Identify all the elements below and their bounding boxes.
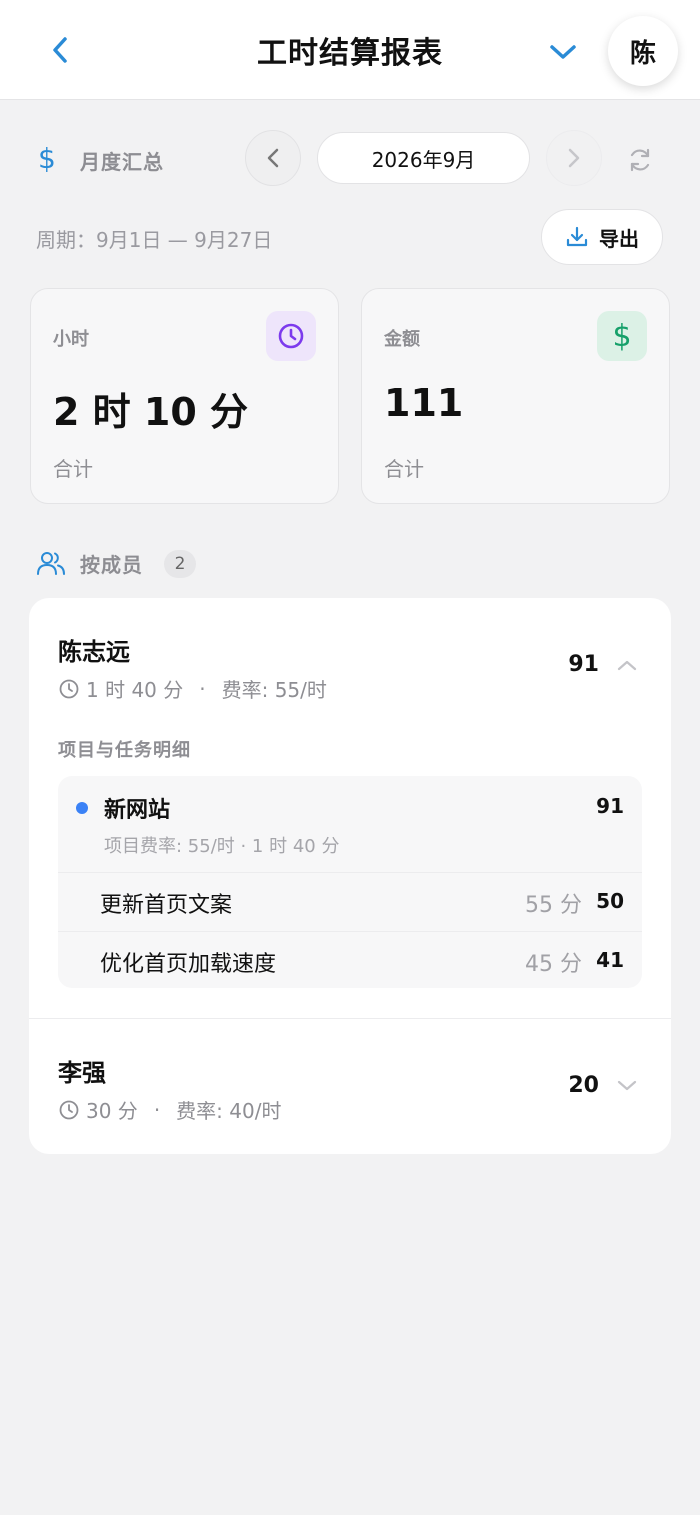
task-row: 更新首页文案 55 分 50 xyxy=(58,872,642,930)
task-name: 优化首页加载速度 xyxy=(100,952,277,977)
amount-summary-card: 金额 $ 111 合计 xyxy=(361,288,670,504)
member-meta: 30 分 · 费率: 40/时 xyxy=(58,1095,281,1124)
member-amount: 20 xyxy=(568,1073,599,1098)
member-rate: 费率: 40/时 xyxy=(176,1099,282,1123)
refresh-button[interactable] xyxy=(622,142,658,178)
members-section-header: 按成员 2 xyxy=(36,544,336,584)
member-row[interactable]: 李强 30 分 · 费率: 40/时 20 xyxy=(29,1019,671,1154)
chevron-down-icon[interactable] xyxy=(615,1074,639,1098)
hours-sub-label: 合计 xyxy=(53,457,93,481)
export-label: 导出 xyxy=(599,226,639,251)
member-name: 李强 xyxy=(58,1059,106,1087)
amount-label: 金额 xyxy=(384,329,420,350)
refresh-icon xyxy=(630,148,650,172)
project-task-detail-title: 项目与任务明细 xyxy=(58,740,191,761)
member-name: 陈志远 xyxy=(58,638,130,666)
avatar[interactable]: 陈 xyxy=(608,16,678,86)
hours-label: 小时 xyxy=(53,329,89,350)
member-rate: 费率: 55/时 xyxy=(221,678,327,702)
task-row: 优化首页加载速度 45 分 41 xyxy=(58,931,642,989)
member-amount: 91 xyxy=(568,652,599,677)
page-title: 工时结算报表 xyxy=(257,36,443,71)
hours-total-value: 2 时 10 分 xyxy=(53,390,249,434)
chevron-down-icon xyxy=(550,45,576,59)
task-name: 更新首页文案 xyxy=(100,893,233,918)
project-color-dot xyxy=(76,802,88,814)
clock-icon xyxy=(266,311,316,361)
monthly-summary-label: 月度汇总 xyxy=(80,150,164,174)
app-header: 工时结算报表 陈 xyxy=(0,0,700,100)
task-duration: 45 分 xyxy=(525,952,582,977)
task-amount: 41 xyxy=(596,948,624,972)
hours-summary-card: 小时 2 时 10 分 合计 xyxy=(30,288,339,504)
clock-icon xyxy=(59,1100,79,1119)
title-dropdown-button[interactable] xyxy=(543,32,583,72)
member-meta: 1 时 40 分 · 费率: 55/时 xyxy=(58,674,327,703)
users-icon xyxy=(37,552,65,575)
amount-total-value: 111 xyxy=(384,381,464,425)
project-detail-box: 新网站 91 项目费率: 55/时 · 1 时 40 分 更新首页文案 55 分… xyxy=(58,776,642,988)
project-name: 新网站 xyxy=(104,798,171,823)
member-duration: 30 分 xyxy=(86,1099,138,1123)
member-duration: 1 时 40 分 xyxy=(86,678,184,702)
download-icon xyxy=(566,226,588,247)
previous-month-button[interactable] xyxy=(245,130,301,186)
period-range: 周期：9月1日 — 9月27日 xyxy=(36,228,273,252)
chevron-left-icon xyxy=(267,148,279,168)
month-navigation: $ 月度汇总 2026年9月 xyxy=(0,130,700,188)
members-count-badge: 2 xyxy=(164,550,196,578)
project-meta: 项目费率: 55/时 · 1 时 40 分 xyxy=(104,836,340,857)
member-row[interactable]: 陈志远 1 时 40 分 · 费率: 55/时 91 xyxy=(29,598,671,708)
next-month-button[interactable] xyxy=(546,130,602,186)
meta-separator: · xyxy=(153,1097,161,1122)
amount-sub-label: 合计 xyxy=(384,457,424,481)
clock-icon xyxy=(59,679,79,698)
members-label: 按成员 xyxy=(80,553,143,577)
members-card: 陈志远 1 时 40 分 · 费率: 55/时 91 项目与任务明细 新网站 9… xyxy=(29,598,671,1154)
chevron-right-icon xyxy=(568,148,580,168)
project-amount: 91 xyxy=(596,794,624,818)
chevron-up-icon[interactable] xyxy=(615,653,639,677)
meta-separator: · xyxy=(199,676,206,701)
task-amount: 50 xyxy=(596,889,624,913)
task-duration: 55 分 xyxy=(525,893,582,918)
dollar-icon: $ xyxy=(597,311,647,361)
export-button[interactable]: 导出 xyxy=(541,209,663,265)
current-month-selector[interactable]: 2026年9月 xyxy=(317,132,530,184)
dollar-icon: $ xyxy=(38,142,56,175)
